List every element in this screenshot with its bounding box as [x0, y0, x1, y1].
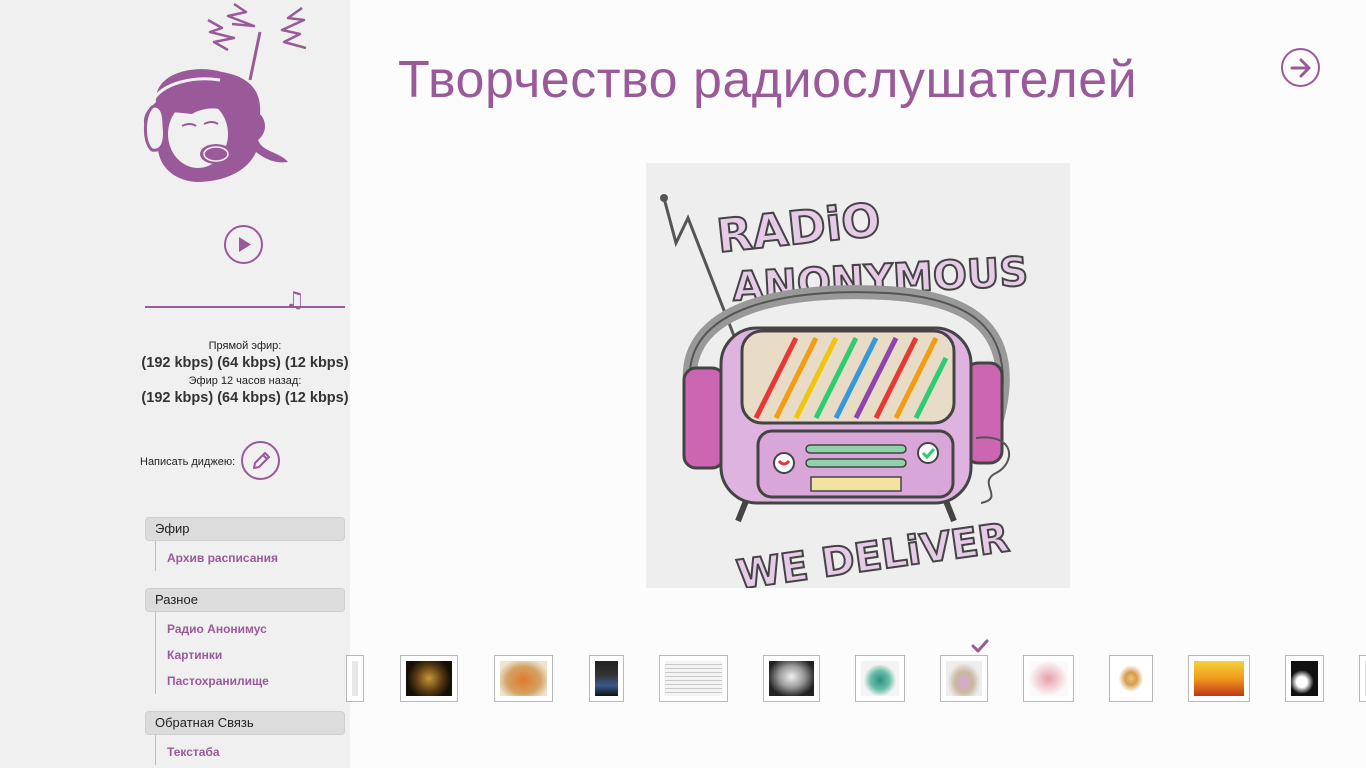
menu-item-schedule-archive[interactable]: Архив расписания	[167, 545, 345, 571]
thumbnail[interactable]	[659, 655, 728, 702]
thumbnail[interactable]	[763, 655, 820, 702]
delayed-stream-block: Эфир 12 часов назад: (192 kbps) (64 kbps…	[140, 375, 350, 406]
live-stream-block: Прямой эфир: (192 kbps) (64 kbps) (12 kb…	[140, 340, 350, 371]
menu-item-textaba[interactable]: Текстаба	[167, 739, 345, 765]
artwork-line1: RADiO	[714, 192, 883, 263]
menu-item-radio-anonymous[interactable]: Радио Анонимус	[167, 616, 345, 642]
delayed-stream-192-link[interactable]: (192 kbps)	[141, 390, 213, 406]
artwork-line3: WE DELiVER	[734, 515, 1012, 588]
menu-items-feedback: Текстаба	[155, 735, 345, 765]
arrow-right-icon	[1290, 58, 1311, 78]
thumbnail[interactable]	[1023, 655, 1074, 702]
live-stream-64-link[interactable]: (64 kbps)	[217, 355, 281, 371]
thumbnail[interactable]	[400, 655, 458, 702]
menu-group-raznoe: Разное Радио Анонимус Картинки Пастохран…	[145, 588, 345, 694]
thumbnail[interactable]	[346, 655, 364, 702]
radio-anonymous-logo	[136, 2, 312, 186]
volume-track[interactable]	[145, 306, 345, 308]
thumbnail[interactable]	[1359, 655, 1366, 702]
thumbnail[interactable]	[494, 655, 553, 702]
write-dj-button[interactable]	[241, 441, 280, 480]
menu-item-pictures[interactable]: Картинки	[167, 642, 345, 668]
thumbnail[interactable]	[855, 655, 905, 702]
delayed-stream-label: Эфир 12 часов назад:	[188, 375, 302, 387]
menu-header-efir[interactable]: Эфир	[145, 517, 345, 541]
live-stream-192-link[interactable]: (192 kbps)	[141, 355, 213, 371]
thumbnail[interactable]	[589, 655, 624, 702]
menu-header-feedback[interactable]: Обратная Связь	[145, 711, 345, 735]
next-button[interactable]	[1281, 48, 1320, 87]
menu-group-feedback: Обратная Связь Текстаба	[145, 711, 345, 765]
play-button[interactable]	[224, 225, 263, 264]
play-icon	[239, 237, 251, 252]
menu-items-efir: Архив расписания	[155, 541, 345, 571]
menu-items-raznoe: Радио Анонимус Картинки Пастохранилище	[155, 612, 345, 694]
write-dj-label: Написать диджею:	[140, 456, 236, 468]
volume-slider[interactable]: ♫	[145, 288, 345, 313]
main-content: Творчество радиослушателей RADiO ANONYMO…	[346, 0, 1366, 768]
delayed-stream-64-link[interactable]: (64 kbps)	[217, 390, 281, 406]
thumbnail[interactable]	[1109, 655, 1153, 702]
menu-header-raznoe[interactable]: Разное	[145, 588, 345, 612]
thumbnail[interactable]	[1188, 655, 1250, 702]
delayed-stream-12-link[interactable]: (12 kbps)	[285, 390, 349, 406]
main-artwork-image[interactable]: RADiO ANONYMOUS WE DELiVER	[646, 163, 1070, 600]
pencil-icon	[253, 452, 270, 469]
live-stream-label: Прямой эфир:	[208, 340, 282, 352]
live-stream-12-link[interactable]: (12 kbps)	[285, 355, 349, 371]
music-note-icon[interactable]: ♫	[285, 288, 305, 313]
menu-item-pasta-storage[interactable]: Пастохранилище	[167, 668, 345, 694]
live-stream-links: (192 kbps) (64 kbps) (12 kbps)	[140, 355, 350, 371]
menu-group-efir: Эфир Архив расписания	[145, 517, 345, 571]
page-title: Творчество радиослушателей	[398, 51, 1138, 109]
sidebar: ♫ Прямой эфир: (192 kbps) (64 kbps) (12 …	[0, 0, 350, 768]
delayed-stream-links: (192 kbps) (64 kbps) (12 kbps)	[140, 390, 350, 406]
checkmark-icon	[971, 639, 989, 658]
thumbnail-selected[interactable]	[940, 655, 988, 702]
thumbnail[interactable]	[1285, 655, 1324, 702]
